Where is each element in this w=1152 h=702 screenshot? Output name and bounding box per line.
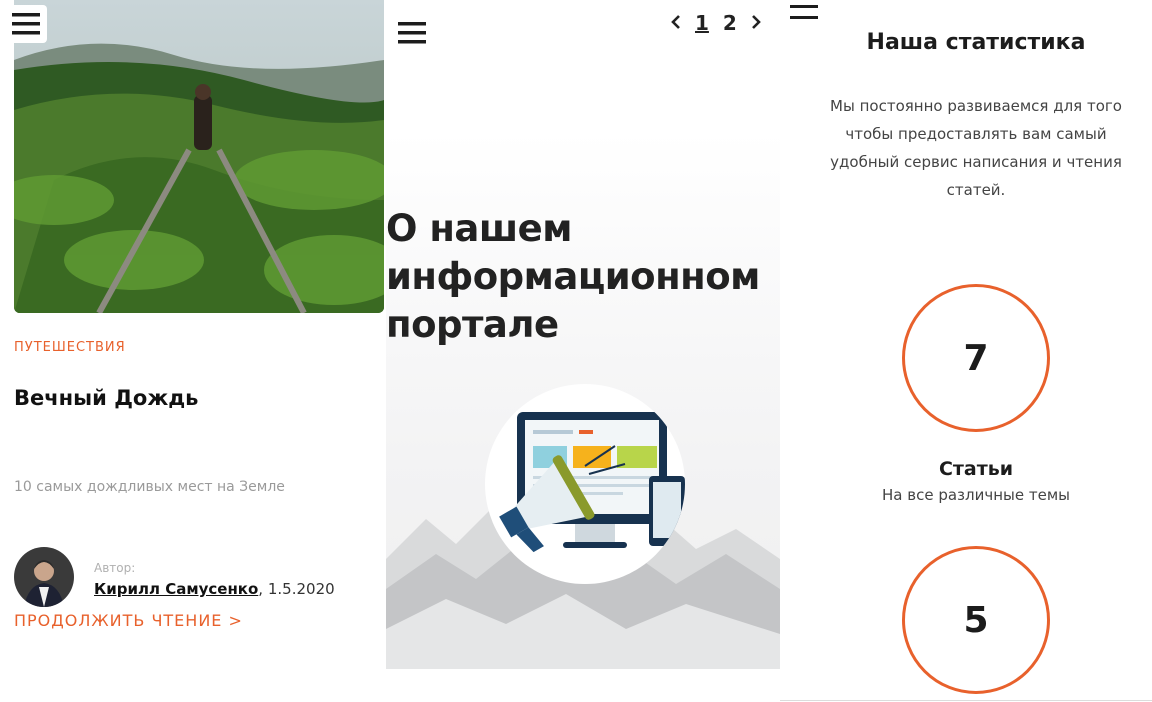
chevron-right-icon[interactable] xyxy=(751,11,761,35)
divider xyxy=(780,700,1152,701)
stat-subtitle: На все различные темы xyxy=(882,486,1070,504)
hamburger-menu-icon xyxy=(790,5,818,19)
date-separator: , xyxy=(258,580,264,598)
hamburger-menu-icon xyxy=(12,13,40,35)
jungle-trail-photo xyxy=(14,0,384,313)
menu-button[interactable] xyxy=(790,4,818,22)
stat-counter: 7 xyxy=(902,284,1050,432)
article-date: 1.5.2020 xyxy=(267,580,335,598)
megaphone-monitor-icon xyxy=(485,384,685,584)
author-label: Автор: xyxy=(94,561,136,575)
article-category[interactable]: ПУТЕШЕСТВИЯ xyxy=(14,340,126,355)
page-link-current[interactable]: 1 xyxy=(695,11,709,35)
menu-button[interactable] xyxy=(5,5,47,43)
author-line: Кирилл Самусенко, 1.5.2020 xyxy=(94,580,335,598)
menu-button[interactable] xyxy=(398,20,426,46)
pagination: 1 2 xyxy=(671,10,761,36)
author-avatar[interactable] xyxy=(14,547,74,607)
article-title[interactable]: Вечный Дождь xyxy=(14,386,198,410)
author-name-link[interactable]: Кирилл Самусенко xyxy=(94,580,258,598)
stat-label: Статьи xyxy=(938,458,1014,480)
hamburger-menu-icon xyxy=(398,22,426,44)
statistics-section: Наша статистика Мы постоянно развиваемся… xyxy=(780,0,1152,702)
author-photo xyxy=(14,547,74,607)
stats-description: Мы постоянно развиваемся для того чтобы … xyxy=(830,97,1122,199)
about-title: О нашем информационном портале xyxy=(386,207,760,346)
about-banner: О нашем информационном портале xyxy=(386,131,780,669)
article-hero-image[interactable] xyxy=(14,0,384,313)
article-card: ПУТЕШЕСТВИЯ Вечный Дождь 10 самых дождли… xyxy=(0,0,386,702)
stats-title: Наша статистика xyxy=(866,30,1086,55)
stat-counter: 5 xyxy=(902,546,1050,694)
read-more-link[interactable]: ПРОДОЛЖИТЬ ЧТЕНИЕ > xyxy=(14,611,243,630)
page-link[interactable]: 2 xyxy=(723,11,737,35)
article-excerpt: 10 самых дождливых мест на Земле xyxy=(14,479,285,495)
about-section: 1 2 О нашем информационном портале xyxy=(386,0,780,702)
chevron-left-icon[interactable] xyxy=(671,11,681,35)
